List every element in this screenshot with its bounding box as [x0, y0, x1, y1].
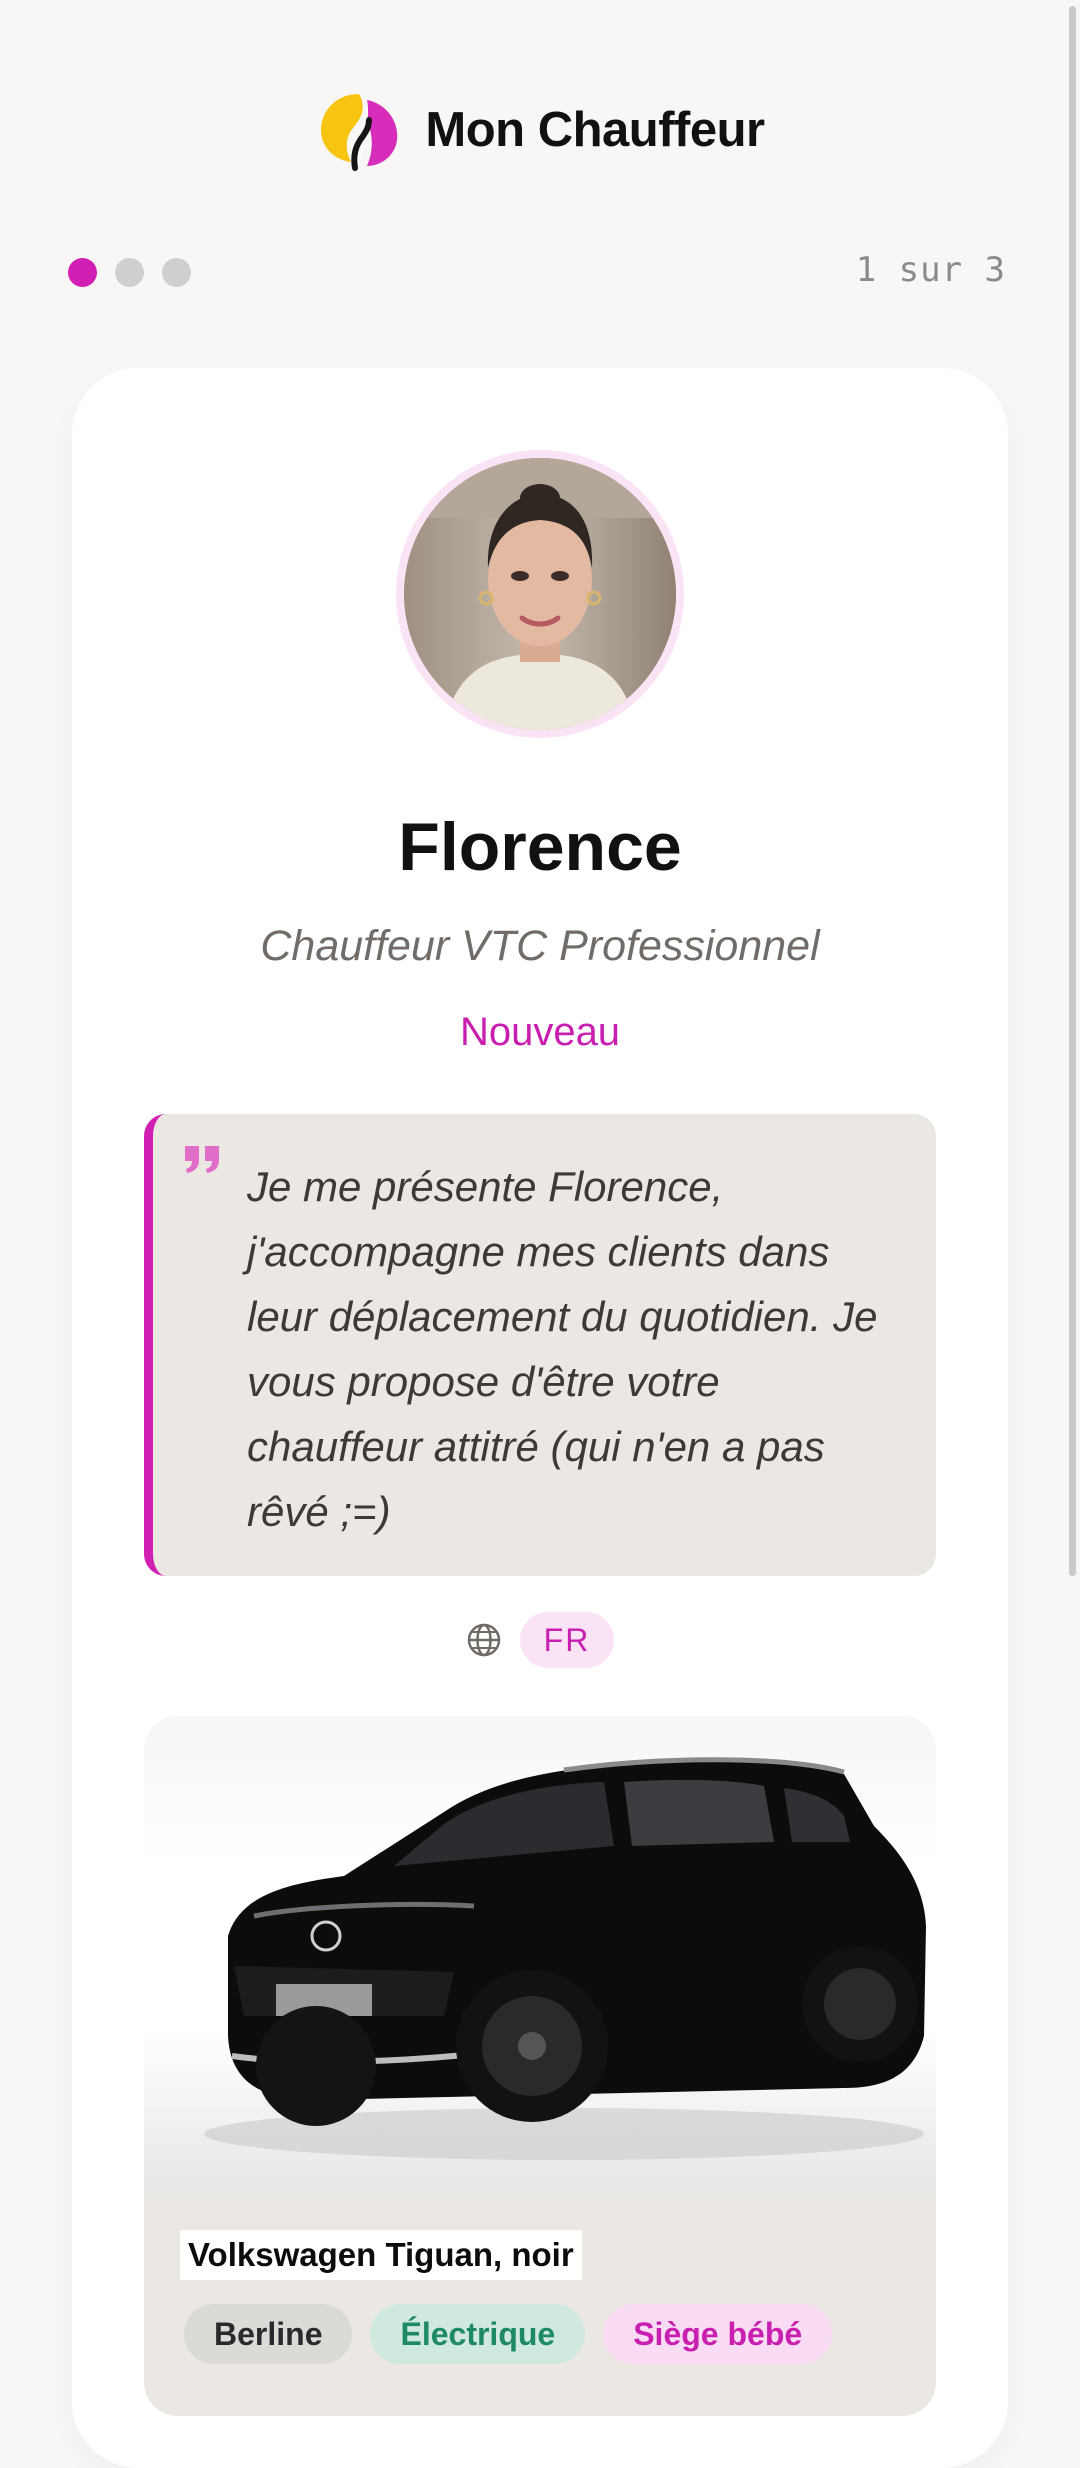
driver-role: Chauffeur VTC Professionnel: [260, 922, 820, 970]
vehicle-model: Volkswagen Tiguan, noir: [180, 2230, 582, 2280]
avatar-ring: [396, 450, 684, 738]
vehicle-tags: Berline Électrique Siège bébé: [184, 2304, 833, 2364]
quote-icon: [183, 1144, 223, 1174]
tag-electrique: Électrique: [370, 2304, 586, 2364]
vehicle-card: Volkswagen Tiguan, noir Berline Électriq…: [144, 1716, 936, 2416]
step-indicator: [68, 258, 191, 287]
globe-icon: [466, 1622, 502, 1658]
mon-chauffeur-logo-icon: [315, 86, 403, 174]
vehicle-image: [144, 1716, 936, 2196]
step-dot-1[interactable]: [68, 258, 97, 287]
app-name: Mon Chauffeur: [425, 103, 765, 157]
step-dot-2[interactable]: [115, 258, 144, 287]
tag-siege-bebe: Siège bébé: [603, 2304, 833, 2364]
bio-text: Je me présente Florence, j'accompagne me…: [247, 1163, 878, 1535]
driver-avatar: [404, 458, 676, 730]
languages-row: FR: [0, 1612, 1080, 1668]
page-scrollbar[interactable]: [1069, 6, 1076, 1576]
language-chip-fr: FR: [519, 1612, 615, 1668]
app-header: Mon Chauffeur: [0, 80, 1080, 180]
step-counter: 1 sur 3: [855, 250, 1006, 290]
driver-bio-quote: Je me présente Florence, j'accompagne me…: [144, 1114, 936, 1576]
step-dot-3[interactable]: [162, 258, 191, 287]
tag-berline: Berline: [184, 2304, 353, 2364]
driver-name: Florence: [398, 809, 682, 885]
status-badge: Nouveau: [459, 1010, 621, 1054]
